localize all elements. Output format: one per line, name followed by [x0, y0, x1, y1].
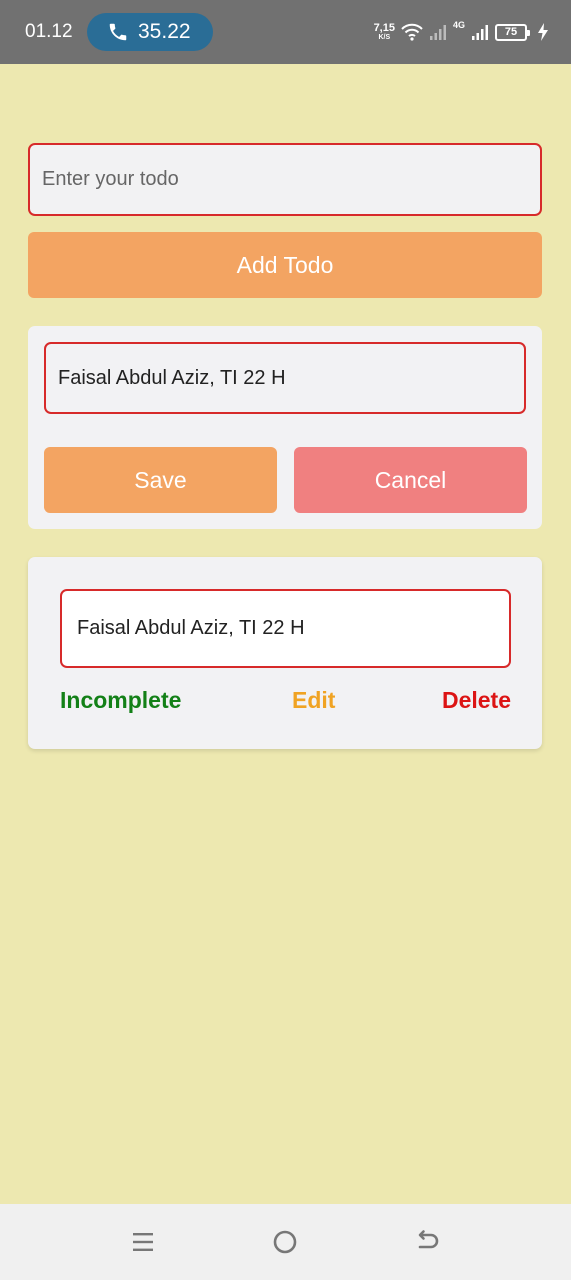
- wifi-icon: [401, 23, 423, 41]
- ongoing-call-pill[interactable]: 35.22: [87, 13, 213, 51]
- network-speed: 7,15 K/S: [373, 22, 395, 42]
- status-icons: 7,15 K/S 4G 75: [374, 18, 549, 46]
- incomplete-button[interactable]: Incomplete: [60, 687, 181, 714]
- charging-icon: [538, 23, 548, 41]
- navigation-bar: [0, 1204, 571, 1280]
- cancel-button[interactable]: Cancel: [294, 447, 527, 513]
- network-speed-value: 7,15: [373, 22, 395, 34]
- add-todo-button[interactable]: Add Todo: [28, 232, 542, 298]
- network-type: 4G: [452, 20, 465, 30]
- recent-apps-icon[interactable]: [125, 1224, 161, 1260]
- signal-icon: [472, 25, 488, 40]
- phone-icon: [109, 23, 127, 41]
- battery-level: 75: [504, 26, 518, 38]
- edit-todo-card: Save Cancel: [28, 326, 542, 529]
- todo-item-text: Faisal Abdul Aziz, TI 22 H: [60, 589, 511, 668]
- back-icon[interactable]: [410, 1224, 446, 1260]
- call-duration: 35.22: [138, 20, 191, 43]
- network-speed-unit: K/S: [378, 34, 391, 41]
- status-time: 01.12: [25, 21, 73, 42]
- signal-icon: [429, 25, 446, 40]
- delete-button[interactable]: Delete: [442, 687, 511, 714]
- edit-todo-input[interactable]: [44, 342, 526, 414]
- status-bar: 01.12 35.22 7,15 K/S 4G 75: [0, 0, 571, 64]
- battery-icon: 75: [495, 23, 530, 41]
- home-icon[interactable]: [267, 1224, 303, 1260]
- todo-item-card: Faisal Abdul Aziz, TI 22 H Incomplete Ed…: [28, 557, 542, 749]
- todo-input[interactable]: [28, 143, 542, 216]
- edit-button[interactable]: Edit: [292, 687, 335, 714]
- save-button[interactable]: Save: [44, 447, 277, 513]
